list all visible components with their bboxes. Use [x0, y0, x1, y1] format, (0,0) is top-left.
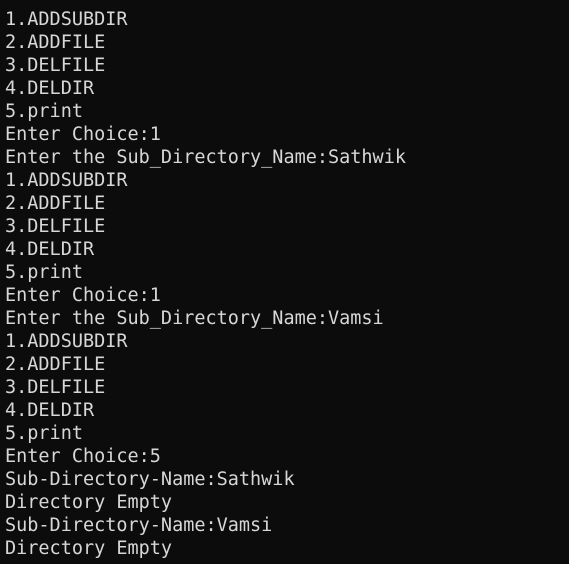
menu-option-addsubdir: 1.ADDSUBDIR [5, 331, 128, 352]
terminal-output[interactable]: 1.ADDSUBDIR 2.ADDFILE 3.DELFILE 4.DELDIR… [0, 0, 569, 564]
menu-option-print: 5.print [5, 423, 83, 444]
choice-prompt: Enter Choice:1 [5, 124, 161, 145]
menu-option-print: 5.print [5, 101, 83, 122]
menu-option-deldir: 4.DELDIR [5, 400, 95, 421]
menu-option-deldir: 4.DELDIR [5, 78, 95, 99]
subdir-listing-status: Directory Empty [5, 538, 173, 559]
menu-option-addsubdir: 1.ADDSUBDIR [5, 170, 128, 191]
menu-option-addfile: 2.ADDFILE [5, 193, 106, 214]
choice-prompt: Enter Choice:1 [5, 285, 161, 306]
menu-option-print: 5.print [5, 262, 83, 283]
menu-option-addfile: 2.ADDFILE [5, 354, 106, 375]
menu-option-delfile: 3.DELFILE [5, 377, 106, 398]
menu-option-delfile: 3.DELFILE [5, 216, 106, 237]
subdir-listing-name: Sub-Directory-Name:Vamsi [5, 515, 273, 536]
menu-option-deldir: 4.DELDIR [5, 239, 95, 260]
subdir-name-prompt: Enter the Sub_Directory_Name:Vamsi [5, 308, 384, 329]
subdir-name-prompt: Enter the Sub_Directory_Name:Sathwik [5, 147, 406, 168]
menu-option-addfile: 2.ADDFILE [5, 32, 106, 53]
subdir-listing-status: Directory Empty [5, 492, 173, 513]
subdir-listing-name: Sub-Directory-Name:Sathwik [5, 469, 295, 490]
menu-option-addsubdir: 1.ADDSUBDIR [5, 9, 128, 30]
menu-option-delfile: 3.DELFILE [5, 55, 106, 76]
choice-prompt: Enter Choice:5 [5, 446, 161, 467]
